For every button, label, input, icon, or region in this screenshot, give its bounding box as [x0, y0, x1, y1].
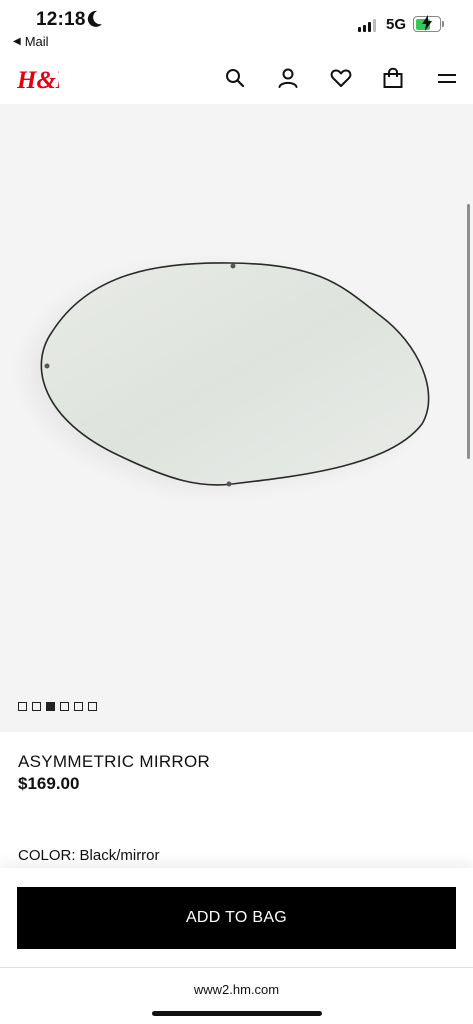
browser-address-bar[interactable]: www2.hm.com: [0, 967, 473, 1024]
product-image-gallery[interactable]: [0, 104, 473, 732]
page-scrollbar[interactable]: [467, 204, 470, 459]
gallery-dot[interactable]: [74, 702, 83, 711]
color-value: Black/mirror: [79, 847, 160, 864]
add-to-bag-button[interactable]: ADD TO BAG: [17, 887, 456, 949]
gallery-pagination: [18, 702, 97, 711]
product-color: COLOR: Black/mirror: [18, 847, 160, 864]
moon-icon: [87, 10, 102, 27]
menu-icon[interactable]: [436, 67, 458, 89]
signal-icon: [358, 19, 376, 32]
back-arrow-icon: ◀: [13, 36, 21, 47]
battery-charging-icon: [413, 15, 441, 32]
back-app-label: Mail: [24, 34, 49, 49]
status-bar: 12:18 ◀ Mail 5G: [0, 0, 473, 52]
color-label: COLOR:: [18, 847, 76, 864]
product-price: $169.00: [18, 774, 80, 793]
url-text[interactable]: www2.hm.com: [0, 982, 473, 997]
battery-tip: [442, 21, 444, 27]
shopping-bag-icon[interactable]: [382, 67, 404, 89]
hm-logo[interactable]: H&M: [17, 64, 59, 94]
gallery-dot[interactable]: [60, 702, 69, 711]
back-to-mail-link[interactable]: ◀ Mail: [13, 34, 49, 49]
mirror-image: [27, 262, 430, 491]
site-header: H&M: [0, 54, 473, 104]
logo-text: H&M: [17, 67, 59, 94]
home-indicator[interactable]: [152, 1011, 322, 1016]
gallery-dot[interactable]: [18, 702, 27, 711]
gallery-dot[interactable]: [88, 702, 97, 711]
search-icon[interactable]: [224, 67, 246, 89]
network-type: 5G: [386, 16, 407, 33]
sticky-purchase-bar: ADD TO BAG: [0, 868, 473, 968]
gallery-dot-active[interactable]: [46, 702, 55, 711]
product-name: ASYMMETRIC MIRROR: [18, 752, 211, 771]
gallery-dot[interactable]: [32, 702, 41, 711]
favorites-heart-icon[interactable]: [330, 67, 352, 89]
account-icon[interactable]: [277, 67, 299, 89]
status-time: 12:18: [36, 9, 86, 30]
